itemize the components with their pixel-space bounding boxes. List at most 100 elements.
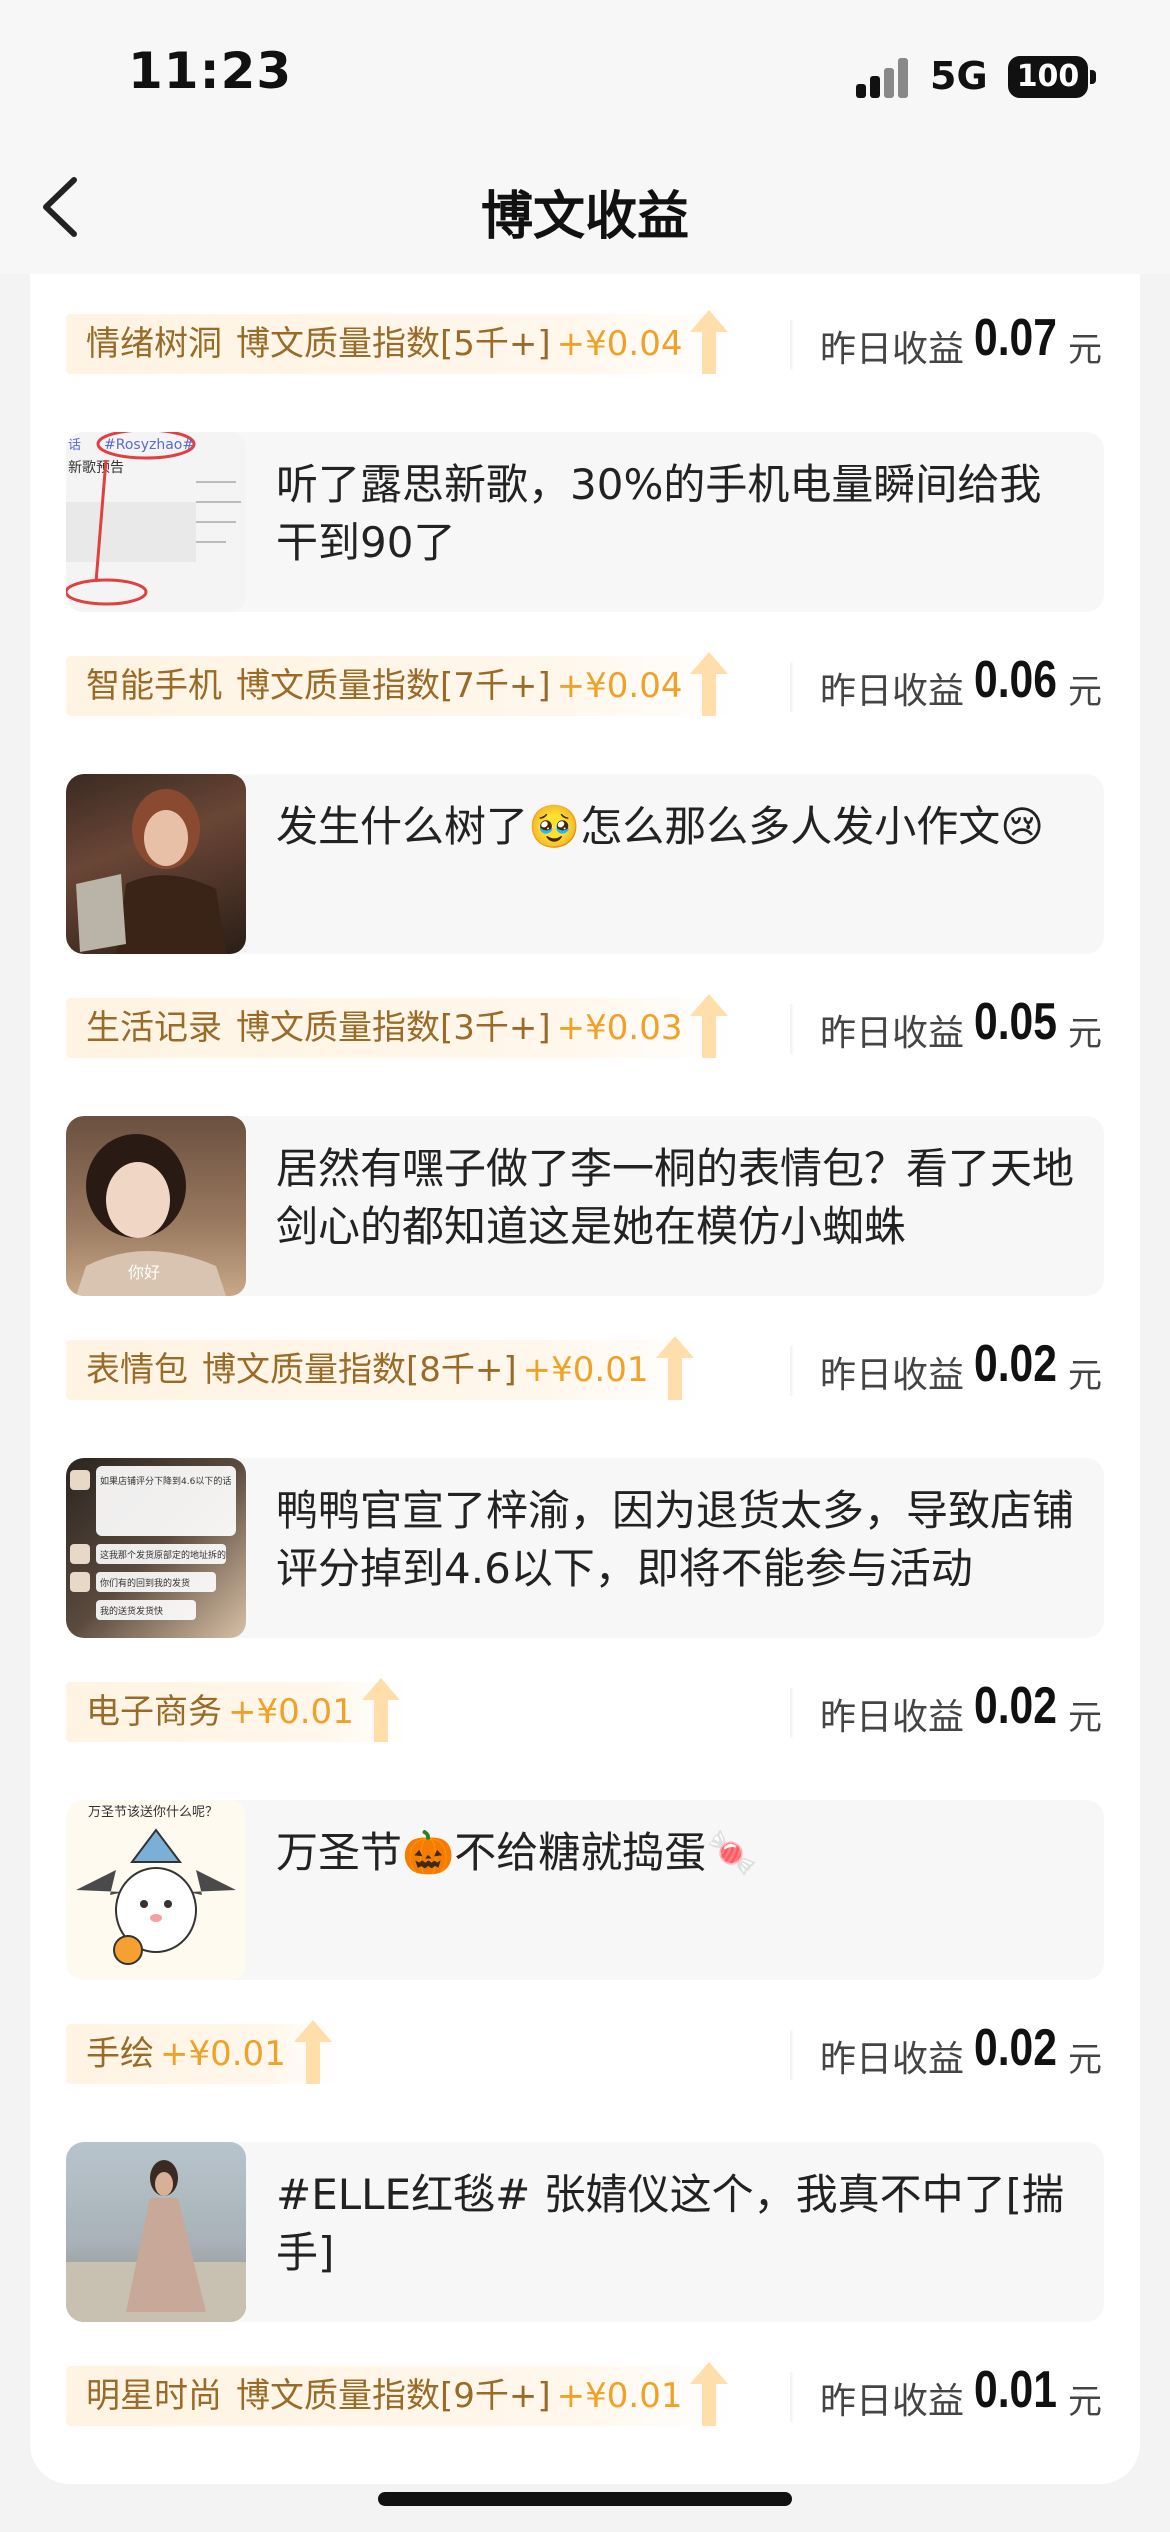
earning-unit: 元: [1068, 2382, 1102, 2422]
topic-tag[interactable]: 明星时尚 博文质量指数[9千+] +¥0.01: [66, 2362, 737, 2426]
arrow-up-icon: [690, 994, 729, 1058]
post-card[interactable]: #ELLE红毯# 张婧仪这个，我真不中了[揣手]: [66, 2142, 1104, 2322]
tag-name: 表情包: [86, 1350, 188, 1390]
earning-row: 表情包 博文质量指数[8千+] +¥0.01 昨日收益 0.02 元: [30, 1335, 1140, 1406]
arrow-up-icon: [293, 2020, 332, 2084]
earnings-list: 情绪树洞 博文质量指数[5千+] +¥0.04 昨日收益 0.07 元 #Rosyz…: [30, 274, 1140, 2484]
quality-index: 博文质量指数[9千+]: [236, 2376, 551, 2416]
earning-label: 昨日收益: [820, 1697, 965, 1738]
home-indicator[interactable]: [378, 2492, 792, 2506]
page-title: 博文收益: [480, 187, 689, 247]
status-time: 11:23: [128, 42, 293, 100]
post-thumbnail: 如果店铺评分下降到4.6以下的话 这我那个发货原部定的地址拆的 你们有的回到我的…: [66, 1458, 246, 1638]
earning-row: 情绪树洞 博文质量指数[5千+] +¥0.04 昨日收益 0.07 元: [30, 309, 1140, 380]
post-card[interactable]: 如果店铺评分下降到4.6以下的话 这我那个发货原部定的地址拆的 你们有的回到我的…: [66, 1458, 1104, 1638]
thumb-caption: 你好: [128, 1263, 160, 1282]
halloween-drawing-image: 万圣节该送你什么呢？: [76, 1805, 236, 1965]
quality-index: 博文质量指数[7千+]: [236, 666, 551, 706]
thumb-label: 新歌预告: [68, 460, 124, 476]
battery-tip: [1090, 70, 1096, 84]
arrow-up-icon: [690, 2362, 729, 2426]
tag-name: 手绘: [86, 2034, 154, 2074]
topic-tag[interactable]: 表情包 博文质量指数[8千+] +¥0.01: [66, 1336, 703, 1400]
status-bar: 11:23 5G 100: [0, 0, 1170, 140]
thumb-line: 我的送货发货快: [100, 1605, 163, 1617]
post-text: 万圣节🎃不给糖就捣蛋🍬: [276, 1828, 759, 1877]
battery-icon: 100: [1008, 56, 1088, 98]
post-thumbnail: 万圣节该送你什么呢？: [66, 1800, 246, 1980]
tag-name: 明星时尚: [86, 2376, 222, 2416]
earning-label: 昨日收益: [820, 2039, 965, 2080]
earning-unit: 元: [1068, 2040, 1102, 2080]
divider: [790, 1346, 794, 1396]
tag-name: 电子商务: [86, 1692, 222, 1732]
tag-name: 生活记录: [86, 1008, 222, 1048]
arrow-up-icon: [690, 310, 729, 374]
arrow-up-icon: [690, 652, 729, 716]
bonus-amount: +¥0.01: [160, 2034, 286, 2074]
divider: [790, 2372, 794, 2422]
chat-screenshot-image: 如果店铺评分下降到4.6以下的话 这我那个发货原部定的地址拆的 你们有的回到我的…: [70, 1466, 236, 1620]
post-card[interactable]: 万圣节该送你什么呢？ 万圣节🎃不给糖就捣蛋🍬: [66, 1800, 1104, 1980]
earning-row: 生活记录 博文质量指数[3千+] +¥0.03 昨日收益 0.05 元: [30, 993, 1140, 1064]
topic-tag[interactable]: 电子商务 +¥0.01: [66, 1678, 408, 1742]
divider: [790, 1004, 794, 1054]
earning-label: 昨日收益: [820, 2381, 965, 2422]
nav-bar: 博文收益: [0, 140, 1170, 274]
bonus-amount: +¥0.01: [522, 1350, 649, 1390]
network-label: 5G: [930, 54, 988, 98]
screenshot-image: #Rosyzhao# 话 新歌预告: [66, 432, 246, 612]
topic-tag[interactable]: 手绘 +¥0.01: [66, 2020, 340, 2084]
post-thumbnail: [66, 774, 246, 954]
bonus-amount: +¥0.03: [556, 1008, 683, 1048]
tag-name: 情绪树洞: [86, 324, 222, 364]
earning-row: 智能手机 博文质量指数[7千+] +¥0.04 昨日收益 0.06 元: [30, 651, 1140, 722]
post-card[interactable]: 你好 居然有嘿子做了李一桐的表情包？看了天地剑心的都知道这是她在模仿小蜘蛛: [66, 1116, 1104, 1296]
earning-value: 0.02: [974, 1335, 1057, 1393]
earning-row: 电子商务 +¥0.01 昨日收益 0.02 元: [30, 1677, 1140, 1748]
tag-name: 智能手机: [86, 666, 222, 706]
divider: [790, 1688, 794, 1738]
post-text: 发生什么树了🥹怎么那么多人发小作文😢: [276, 802, 1045, 851]
divider: [790, 662, 794, 712]
post-text: #ELLE红毯# 张婧仪这个，我真不中了[揣手]: [276, 2170, 1064, 2277]
portrait-image: [66, 2160, 246, 2322]
quality-index: 博文质量指数[5千+]: [236, 324, 551, 364]
earning-value: 0.06: [974, 651, 1057, 709]
earning-unit: 元: [1068, 1356, 1102, 1396]
quality-index: 博文质量指数[3千+]: [236, 1008, 551, 1048]
earning-row: 手绘 +¥0.01 昨日收益 0.02 元: [30, 2019, 1140, 2090]
thumb-line: 如果店铺评分下降到4.6以下的话: [100, 1475, 231, 1487]
earning-value: 0.07: [974, 309, 1057, 367]
post-card[interactable]: #Rosyzhao# 话 新歌预告 听了露思新歌，30%的手机电量瞬间给我干到9…: [66, 432, 1104, 612]
thumb-side: 话: [68, 438, 81, 453]
post-thumbnail: [66, 2142, 246, 2322]
thumb-title: 万圣节该送你什么呢？: [88, 1805, 218, 1820]
earning-unit: 元: [1068, 672, 1102, 712]
earning-value: 0.01: [974, 2361, 1057, 2419]
bonus-amount: +¥0.01: [556, 2376, 683, 2416]
portrait-image: 你好: [76, 1134, 226, 1296]
bonus-amount: +¥0.01: [228, 1692, 354, 1732]
earning-unit: 元: [1068, 1698, 1102, 1738]
topic-tag[interactable]: 生活记录 博文质量指数[3千+] +¥0.03: [66, 994, 737, 1058]
earning-row: 明星时尚 博文质量指数[9千+] +¥0.01 昨日收益 0.01 元: [30, 2361, 1140, 2432]
arrow-up-icon: [656, 1336, 695, 1400]
topic-tag[interactable]: 情绪树洞 博文质量指数[5千+] +¥0.04: [66, 310, 737, 374]
thumb-hashtag: #Rosyzhao#: [104, 437, 194, 453]
quality-index: 博文质量指数[8千+]: [202, 1350, 517, 1390]
post-text: 居然有嘿子做了李一桐的表情包？看了天地剑心的都知道这是她在模仿小蜘蛛: [276, 1144, 1075, 1251]
bonus-amount: +¥0.04: [556, 666, 683, 706]
earning-value: 0.05: [974, 993, 1057, 1051]
divider: [790, 2030, 794, 2080]
earning-unit: 元: [1068, 1014, 1102, 1054]
earning-label: 昨日收益: [820, 1013, 965, 1054]
divider: [790, 320, 794, 370]
post-card[interactable]: 发生什么树了🥹怎么那么多人发小作文😢: [66, 774, 1104, 954]
topic-tag[interactable]: 智能手机 博文质量指数[7千+] +¥0.04: [66, 652, 737, 716]
post-text: 鸭鸭官宣了梓渝，因为退货太多，导致店铺评分掉到4.6以下，即将不能参与活动: [276, 1486, 1075, 1593]
bonus-amount: +¥0.04: [556, 324, 683, 364]
post-thumbnail: 你好: [66, 1116, 246, 1296]
earning-label: 昨日收益: [820, 329, 965, 370]
earning-value: 0.02: [974, 2019, 1057, 2077]
